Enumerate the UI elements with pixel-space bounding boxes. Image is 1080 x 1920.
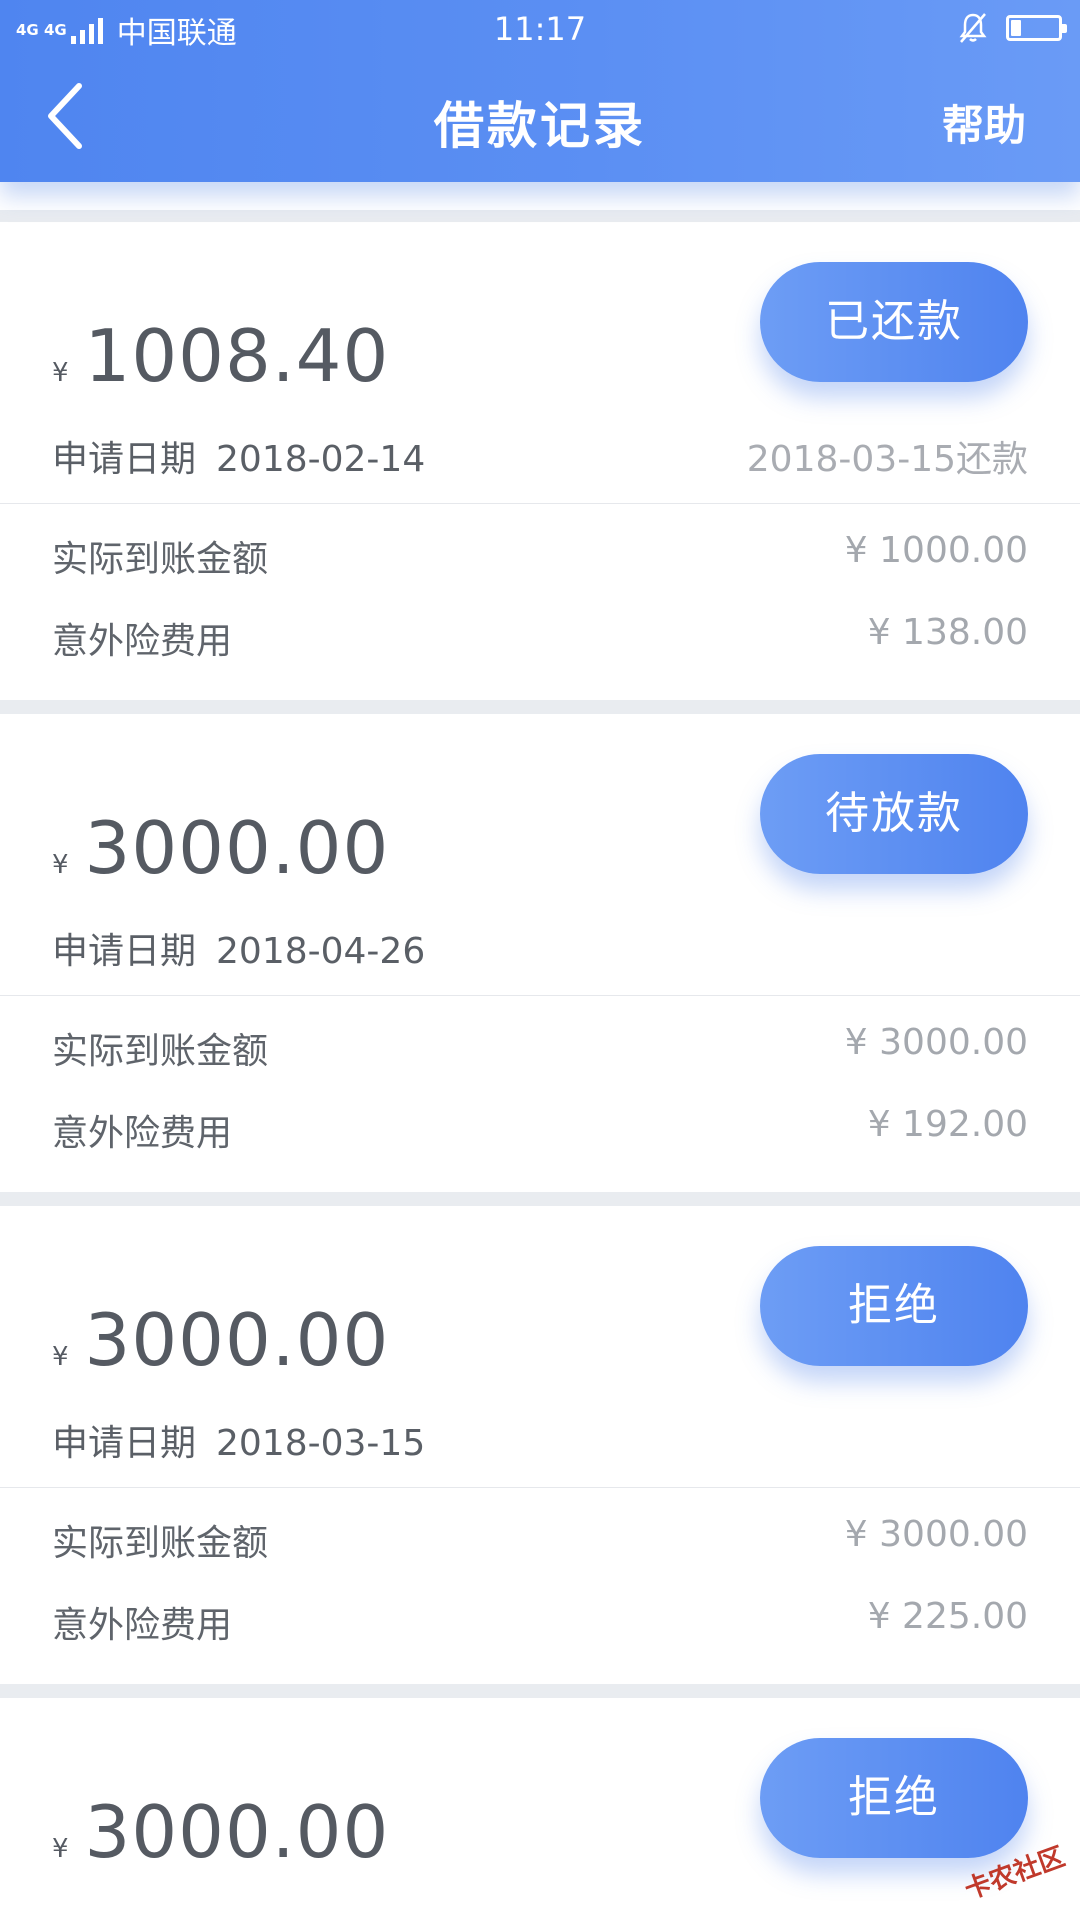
loan-amount: ¥ 1008.40	[52, 314, 389, 398]
page-title: 借款记录	[434, 97, 646, 155]
app-header: 4G 4G 中国联通 11:17 借款记录 帮助	[0, 0, 1080, 182]
loan-record-card[interactable]: ¥ 1008.40 已还款 申请日期 2018-02-14 2018-03-15还…	[0, 222, 1080, 700]
insurance-fee-row: 意外险费用 ¥ 192.00	[52, 1104, 1028, 1164]
amount-value: 3000.00	[84, 806, 390, 890]
status-right	[958, 12, 1067, 44]
amount-value: 1008.40	[84, 314, 390, 398]
card-details: 实际到账金额 ¥ 1000.00 意外险费用 ¥ 138.00	[0, 504, 1080, 700]
status-button[interactable]: 待放款	[760, 754, 1028, 874]
card-summary: ¥ 3000.00 拒绝 申请日期 2018-03-15	[0, 1206, 1080, 1488]
list-top-strip	[0, 182, 1080, 222]
apply-date-label: 申请日期	[52, 439, 197, 480]
card-details: 实际到账金额 ¥ 3000.00 意外险费用 ¥ 225.00	[0, 1488, 1080, 1684]
card-summary: ¥ 3000.00 待放款 申请日期 2018-04-26	[0, 714, 1080, 996]
status-button[interactable]: 拒绝	[760, 1738, 1028, 1858]
apply-date-label: 申请日期	[52, 931, 197, 972]
card-details: 实际到账金额 ¥ 3000.00 意外险费用 ¥ 192.00	[0, 996, 1080, 1192]
help-button[interactable]: 帮助	[942, 92, 1026, 153]
apply-date-value: 2018-04-26	[216, 931, 426, 972]
amount-value: 3000.00	[84, 1790, 390, 1874]
bell-muted-icon	[959, 13, 987, 43]
status-time: 11:17	[493, 10, 587, 48]
actual-amount-label: 实际到账金额	[52, 1523, 269, 1564]
loan-amount: ¥ 3000.00	[52, 806, 389, 890]
currency-symbol: ¥	[52, 1342, 69, 1372]
currency-symbol: ¥	[52, 850, 69, 880]
apply-date-row: 申请日期 2018-03-15	[52, 1414, 425, 1466]
insurance-fee-value: ¥ 192.00	[867, 1104, 1028, 1145]
insurance-fee-row: 意外险费用 ¥ 225.00	[52, 1596, 1028, 1656]
actual-amount-row: 实际到账金额 ¥ 3000.00	[52, 1022, 1028, 1082]
actual-amount-value: ¥ 3000.00	[844, 1022, 1028, 1063]
apply-date-row: 申请日期 2018-04-26	[52, 922, 425, 974]
loan-amount: ¥ 3000.00	[52, 1790, 389, 1874]
status-bar: 4G 4G 中国联通 11:17	[0, 0, 1080, 60]
status-button[interactable]: 已还款	[760, 262, 1028, 382]
apply-date-value: 2018-03-15	[216, 1423, 426, 1464]
nav-bar: 借款记录 帮助	[0, 60, 1080, 182]
currency-symbol: ¥	[52, 358, 69, 388]
loan-record-card[interactable]: ¥ 3000.00 拒绝	[0, 1698, 1080, 1920]
apply-date-label: 申请日期	[52, 1423, 197, 1464]
status-button[interactable]: 拒绝	[760, 1246, 1028, 1366]
insurance-fee-value: ¥ 225.00	[867, 1596, 1028, 1637]
amount-value: 3000.00	[84, 1298, 390, 1382]
record-list[interactable]: ¥ 1008.40 已还款 申请日期 2018-02-14 2018-03-15还…	[0, 182, 1080, 1920]
apply-date-value: 2018-02-14	[216, 439, 426, 480]
loan-record-card[interactable]: ¥ 3000.00 待放款 申请日期 2018-04-26 实际到账金额 ¥ 30…	[0, 714, 1080, 1192]
actual-amount-value: ¥ 1000.00	[844, 530, 1028, 571]
battery-icon	[1006, 15, 1067, 41]
insurance-fee-row: 意外险费用 ¥ 138.00	[52, 612, 1028, 672]
actual-amount-label: 实际到账金额	[52, 1031, 269, 1072]
insurance-fee-label: 意外险费用	[52, 1113, 233, 1154]
card-summary: ¥ 1008.40 已还款 申请日期 2018-02-14 2018-03-15还…	[0, 222, 1080, 504]
currency-symbol: ¥	[52, 1834, 69, 1864]
loan-record-card[interactable]: ¥ 3000.00 拒绝 申请日期 2018-03-15 实际到账金额 ¥ 300…	[0, 1206, 1080, 1684]
insurance-fee-value: ¥ 138.00	[867, 612, 1028, 653]
card-summary: ¥ 3000.00 拒绝	[0, 1698, 1080, 1920]
insurance-fee-label: 意外险费用	[52, 621, 233, 662]
actual-amount-value: ¥ 3000.00	[844, 1514, 1028, 1555]
actual-amount-row: 实际到账金额 ¥ 1000.00	[52, 530, 1028, 590]
loan-amount: ¥ 3000.00	[52, 1298, 389, 1382]
actual-amount-label: 实际到账金额	[52, 539, 269, 580]
repay-date: 2018-03-15还款	[746, 439, 1028, 480]
apply-date-row: 申请日期 2018-02-14	[52, 430, 425, 482]
insurance-fee-label: 意外险费用	[52, 1605, 233, 1646]
actual-amount-row: 实际到账金额 ¥ 3000.00	[52, 1514, 1028, 1574]
